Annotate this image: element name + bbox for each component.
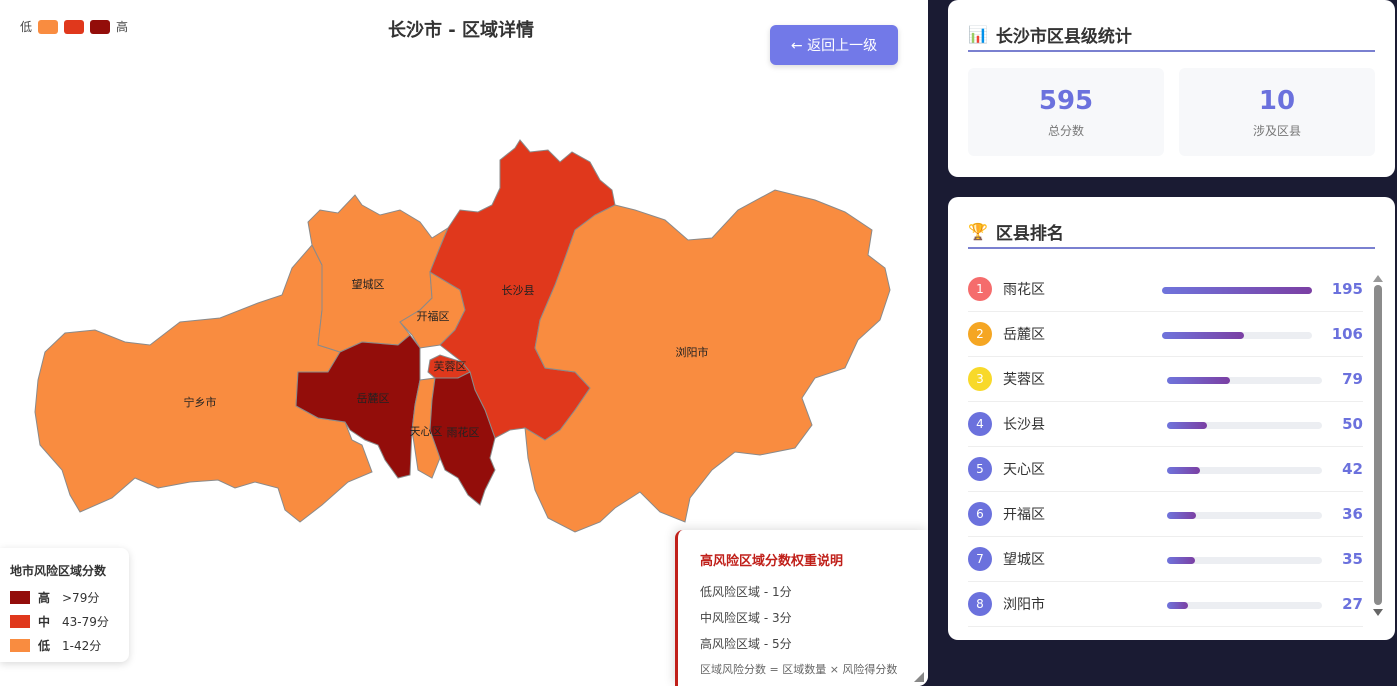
note-line: 高风险区域 - 5分 [700, 637, 792, 651]
bar-chart-icon: 📊 [968, 24, 988, 44]
weight-explanation-panel: 高风险区域分数权重说明 低风险区域 - 1分 中风险区域 - 3分 高风险区域 … [675, 530, 928, 686]
score-bar-fill [1167, 512, 1196, 519]
district-count-value: 10 [1258, 86, 1296, 116]
ranking-scrollbar[interactable] [1374, 285, 1382, 605]
district-score: 106 [1331, 325, 1363, 343]
legend-level: 高 [38, 591, 51, 605]
score-bar [1162, 287, 1312, 294]
ranking-row[interactable]: 8 浏阳市 27 [968, 582, 1363, 627]
rank-badge: 6 [968, 502, 992, 526]
district-score: 27 [1342, 595, 1363, 613]
label-changshaxian: 长沙县 [502, 284, 535, 297]
district-count-box: 10 涉及区县 [1179, 68, 1375, 156]
ranking-row[interactable]: 3 芙蓉区 79 [968, 357, 1363, 402]
district-score: 36 [1342, 505, 1363, 523]
ranking-title: 区县排名 [995, 223, 1064, 244]
score-bar [1167, 512, 1322, 519]
score-bar-fill [1162, 287, 1312, 294]
label-ningxiang: 宁乡市 [184, 395, 217, 409]
score-bar-fill [1162, 332, 1244, 339]
ranking-card: 🏆 区县排名 1 雨花区 195 2 岳麓区 106 3 芙蓉区 79 4 长沙县 50 5 天心区 42 6… [948, 197, 1395, 640]
label-tianxin: 天心区 [410, 425, 443, 438]
legend-range: 43-79分 [62, 615, 109, 629]
score-bar-fill [1167, 422, 1207, 429]
district-score: 50 [1342, 415, 1363, 433]
district-score: 195 [1331, 280, 1363, 298]
rank-badge: 1 [968, 277, 992, 301]
rank-badge: 3 [968, 367, 992, 391]
score-bar-fill [1167, 377, 1230, 384]
legend-swatch-mid [10, 615, 30, 628]
score-bar [1167, 422, 1322, 429]
total-score-box: 595 总分数 [968, 68, 1164, 156]
stats-card: 📊 长沙市区县级统计 595 总分数 10 涉及区县 [948, 0, 1395, 177]
scroll-down-arrow-icon[interactable] [1373, 609, 1383, 616]
district-name: 长沙县 [1003, 417, 1045, 433]
ranking-row[interactable]: 4 长沙县 50 [968, 402, 1363, 447]
legend-row-high: 高 >79分 [10, 589, 119, 606]
label-wangcheng: 望城区 [352, 278, 385, 291]
score-bar-fill [1167, 467, 1201, 474]
note-line: 低风险区域 - 1分 [700, 585, 792, 599]
ranking-row[interactable]: 7 望城区 35 [968, 537, 1363, 582]
legend-row-mid: 中 43-79分 [10, 613, 119, 630]
legend-row-low: 低 1-42分 [10, 637, 119, 654]
ranking-list[interactable]: 1 雨花区 195 2 岳麓区 106 3 芙蓉区 79 4 长沙县 50 5 天心区 42 6 开福区 36 7 望… [968, 267, 1363, 627]
ranking-row[interactable]: 2 岳麓区 106 [968, 312, 1363, 357]
district-name: 浏阳市 [1003, 597, 1045, 613]
label-furong: 芙蓉区 [434, 359, 467, 373]
legend-range: >79分 [62, 591, 100, 605]
legend-level: 低 [38, 639, 51, 653]
note-formula: 区域风险分数 = 区域数量 × 风险得分数 [700, 663, 898, 676]
score-bar-fill [1167, 557, 1195, 564]
district-name: 芙蓉区 [1003, 372, 1045, 388]
rank-badge: 7 [968, 547, 992, 571]
district-score: 35 [1342, 550, 1363, 568]
score-bar [1162, 332, 1312, 339]
rank-badge: 5 [968, 457, 992, 481]
district-liuyang[interactable] [524, 189, 891, 533]
back-button[interactable]: ← 返回上一级 [770, 25, 898, 65]
district-count-label: 涉及区县 [1252, 124, 1301, 138]
total-score-label: 总分数 [1047, 124, 1084, 138]
map-panel: 宁乡市 望城区 开福区 长沙县 浏阳市 芙蓉区 岳麓区 天心区 雨花区 低 高 … [0, 0, 928, 686]
scroll-up-arrow-icon[interactable] [1373, 275, 1383, 282]
stats-header: 📊 长沙市区县级统计 [968, 18, 1375, 52]
label-liuyang: 浏阳市 [676, 345, 709, 359]
stats-title: 长沙市区县级统计 [995, 26, 1132, 47]
score-bar-fill [1167, 602, 1189, 609]
district-score: 79 [1342, 370, 1363, 388]
label-yuhua: 雨花区 [447, 426, 480, 439]
note-line: 中风险区域 - 3分 [700, 611, 792, 625]
ranking-header: 🏆 区县排名 [968, 215, 1375, 249]
label-kaifu: 开福区 [417, 309, 450, 323]
ranking-row[interactable]: 6 开福区 36 [968, 492, 1363, 537]
rank-badge: 2 [968, 322, 992, 346]
score-bar [1167, 467, 1322, 474]
rank-badge: 4 [968, 412, 992, 436]
label-yuelu: 岳麓区 [357, 392, 390, 405]
score-bar [1167, 602, 1322, 609]
legend-level: 中 [38, 615, 51, 629]
ranking-row[interactable]: 5 天心区 42 [968, 447, 1363, 492]
ranking-row[interactable]: 1 雨花区 195 [968, 267, 1363, 312]
note-title: 高风险区域分数权重说明 [700, 554, 844, 569]
legend-range: 1-42分 [62, 639, 102, 653]
legend-swatch-high [10, 591, 30, 604]
risk-score-legend: 地市风险区域分数 高 >79分 中 43-79分 低 1-42分 [0, 548, 129, 662]
rank-badge: 8 [968, 592, 992, 616]
legend-swatch-low [10, 639, 30, 652]
trophy-icon: 🏆 [968, 221, 988, 241]
resize-handle-icon[interactable] [914, 672, 924, 682]
total-score-value: 595 [1038, 86, 1094, 116]
score-bar [1167, 557, 1322, 564]
score-bar [1167, 377, 1322, 384]
district-name: 望城区 [1003, 552, 1045, 568]
district-name: 天心区 [1003, 462, 1045, 478]
district-name: 岳麓区 [1003, 327, 1045, 343]
district-name: 雨花区 [1003, 282, 1045, 298]
district-score: 42 [1342, 460, 1363, 478]
legend-title: 地市风险区域分数 [10, 564, 107, 578]
district-name: 开福区 [1003, 507, 1045, 523]
